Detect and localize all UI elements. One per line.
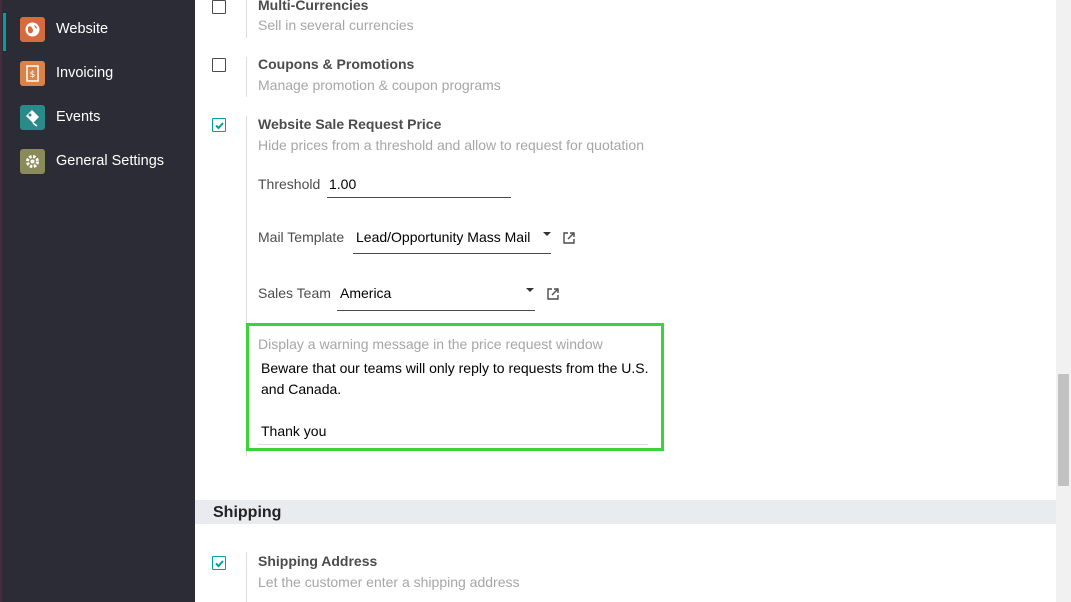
multi-currencies-checkbox[interactable] <box>212 0 226 14</box>
sidebar-item-label: Invoicing <box>56 65 114 81</box>
events-icon <box>20 104 45 130</box>
warning-message-textarea[interactable]: Beware that our teams will only reply to… <box>261 358 649 442</box>
threshold-input[interactable]: 1.00 <box>329 176 356 192</box>
warning-textarea-underline <box>258 444 648 445</box>
request-price-desc: Hide prices from a threshold and allow t… <box>258 137 644 153</box>
shipping-address-title: Shipping Address <box>258 553 378 569</box>
website-icon <box>20 16 45 42</box>
request-price-checkbox[interactable] <box>212 118 226 132</box>
scrollbar-thumb[interactable] <box>1058 374 1069 486</box>
coupons-checkbox[interactable] <box>212 58 226 72</box>
gear-icon <box>20 148 45 174</box>
mail-template-label: Mail Template <box>258 229 345 245</box>
invoicing-icon: $ <box>20 60 45 86</box>
settings-sidebar: Website $ Invoicing Events General Setti… <box>0 0 195 602</box>
shipping-section-title: Shipping <box>213 504 282 521</box>
setting-divider <box>246 0 247 38</box>
threshold-label: Threshold <box>258 176 321 192</box>
chevron-down-icon[interactable] <box>543 232 551 236</box>
sidebar-item-label: Website <box>56 21 109 37</box>
shipping-address-desc: Let the customer enter a shipping addres… <box>258 574 520 590</box>
sales-team-select[interactable]: America <box>340 285 391 301</box>
sidebar-item-label: General Settings <box>56 153 165 169</box>
request-price-title: Website Sale Request Price <box>258 116 442 132</box>
threshold-underline <box>327 197 511 198</box>
sidebar-item-website[interactable]: Website <box>0 9 195 51</box>
shipping-address-checkbox[interactable] <box>212 556 226 570</box>
external-link-icon[interactable] <box>562 231 576 245</box>
sidebar-item-label: Events <box>56 109 101 125</box>
coupons-title: Coupons & Promotions <box>258 56 415 72</box>
multi-currencies-desc: Sell in several currencies <box>258 17 414 33</box>
vertical-scrollbar[interactable] <box>1056 0 1071 602</box>
mail-template-underline <box>353 253 551 254</box>
multi-currencies-title: Multi-Currencies <box>258 0 369 13</box>
check-icon <box>215 560 224 568</box>
sales-team-underline <box>337 310 535 311</box>
sidebar-item-general-settings[interactable]: General Settings <box>0 141 195 181</box>
sales-team-label: Sales Team <box>258 285 331 301</box>
setting-divider <box>246 552 247 602</box>
external-link-icon[interactable] <box>546 287 560 301</box>
warning-message-label: Display a warning message in the price r… <box>258 336 603 352</box>
sidebar-item-events[interactable]: Events <box>0 97 195 137</box>
check-icon <box>215 122 224 130</box>
coupons-desc: Manage promotion & coupon programs <box>258 77 501 93</box>
mail-template-select[interactable]: Lead/Opportunity Mass Mail <box>356 229 530 245</box>
svg-text:$: $ <box>30 70 36 80</box>
sidebar-item-invoicing[interactable]: $ Invoicing <box>0 53 195 93</box>
chevron-down-icon[interactable] <box>526 288 534 292</box>
setting-divider <box>246 57 247 97</box>
shipping-section-header <box>195 500 1056 524</box>
